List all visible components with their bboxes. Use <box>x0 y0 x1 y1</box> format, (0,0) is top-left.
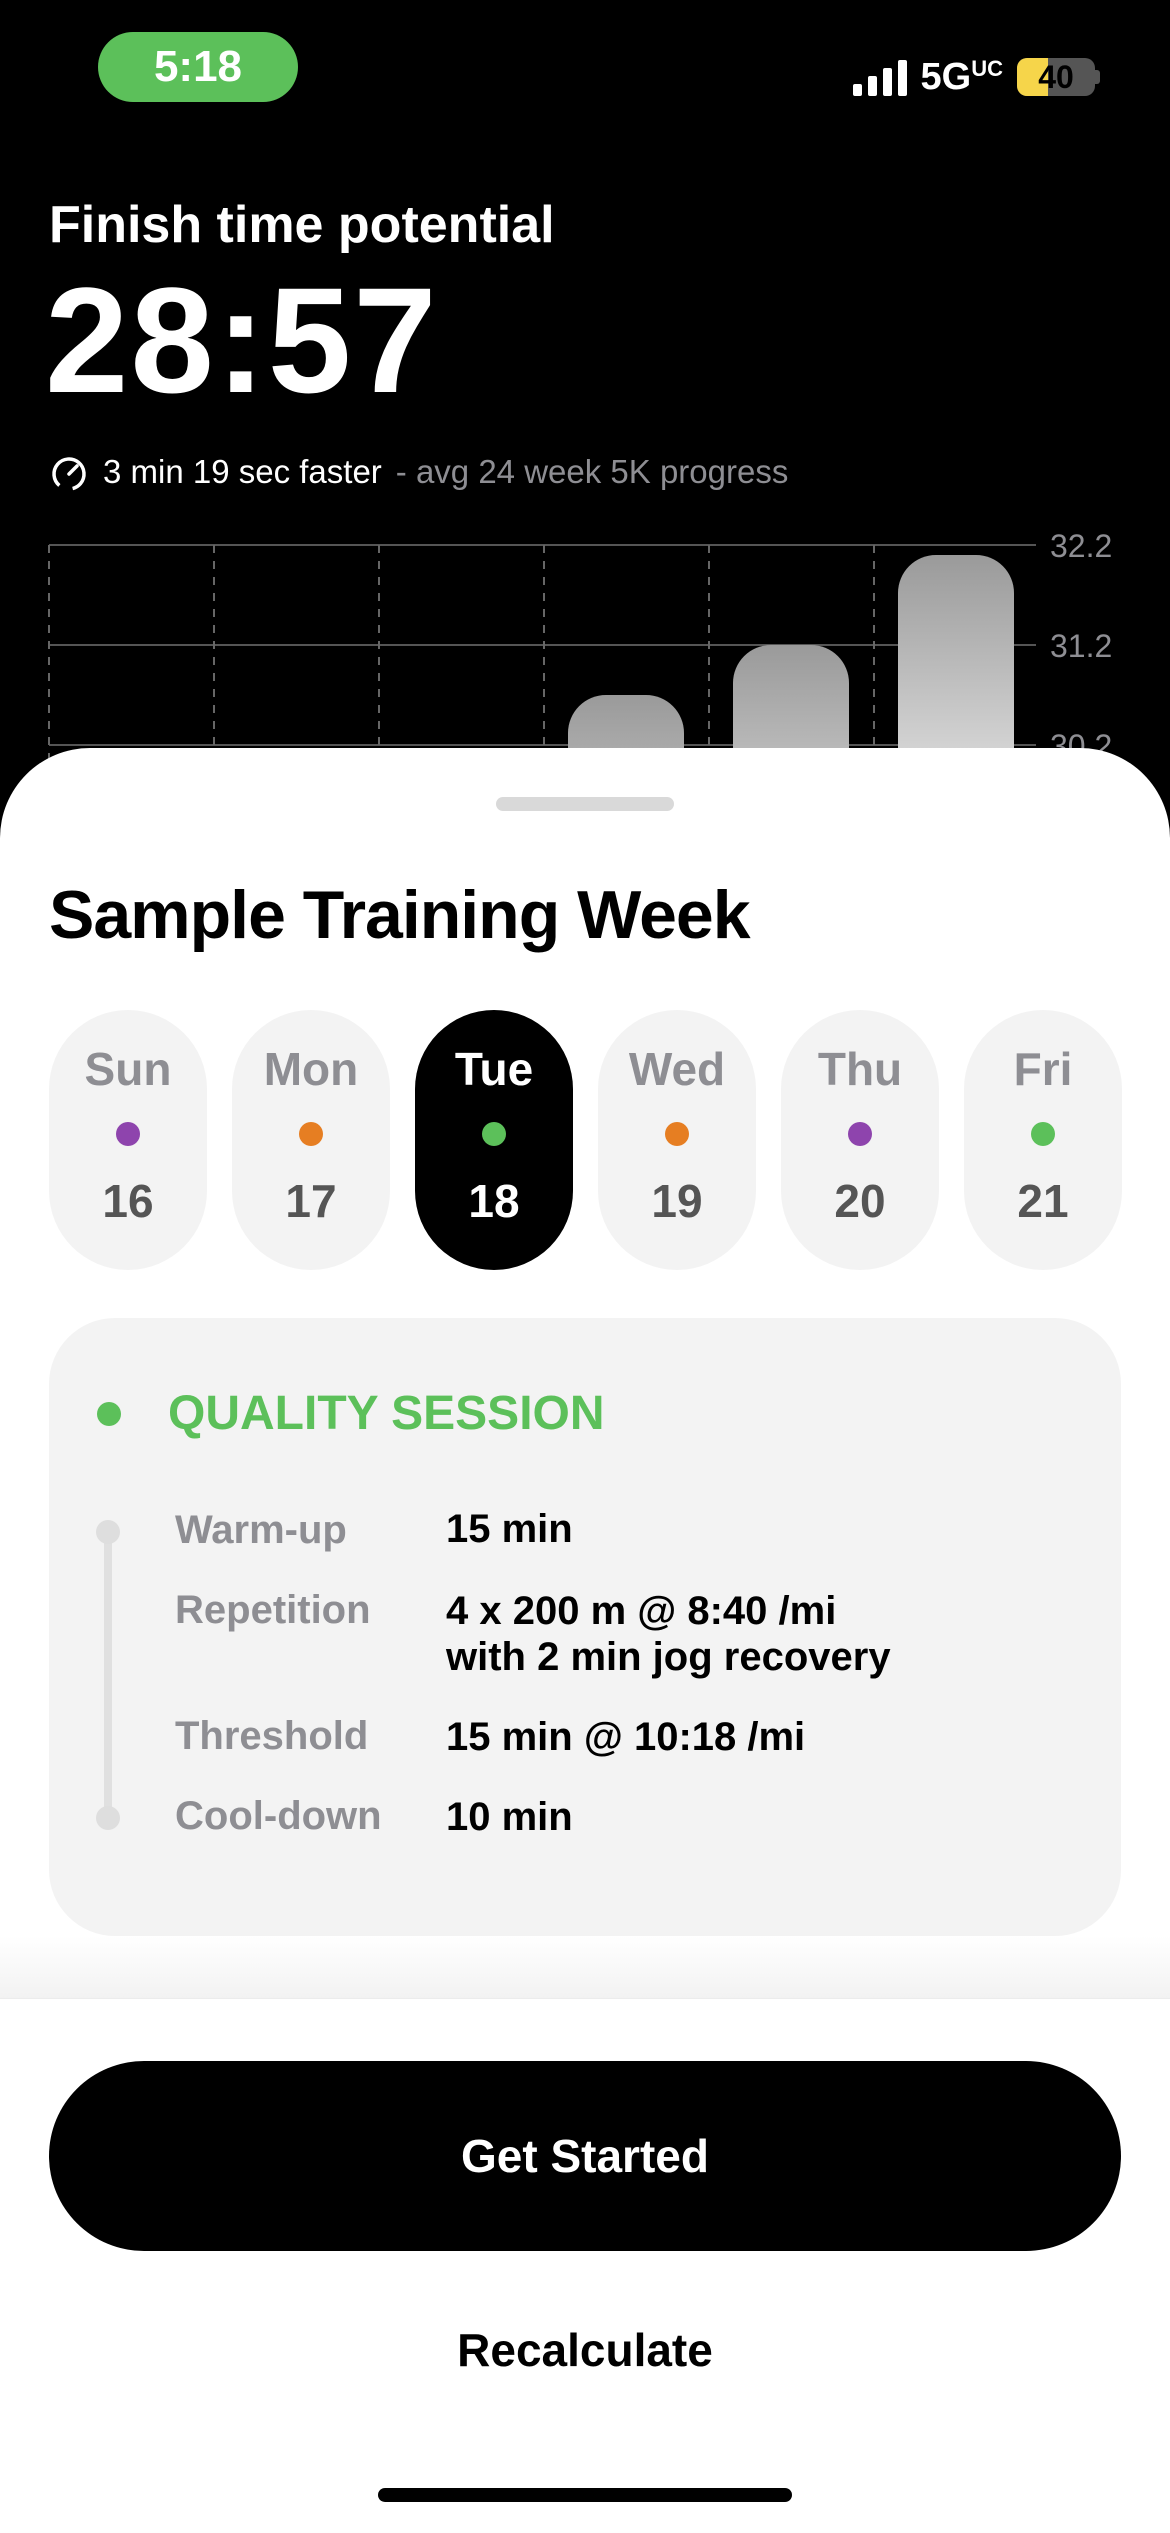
day-number: 17 <box>285 1175 337 1227</box>
network-sub: UC <box>971 55 1003 81</box>
chart-bar-6 <box>898 555 1014 760</box>
finish-time-label: Finish time potential <box>49 196 555 254</box>
timeline-end-dot <box>96 1806 120 1830</box>
sheet-drag-handle[interactable] <box>496 797 674 811</box>
day-name: Wed <box>628 1043 726 1095</box>
day-number: 16 <box>102 1175 154 1227</box>
network-indicator: 5GUC <box>921 56 1003 99</box>
day-mon[interactable]: Mon 17 <box>232 1010 390 1270</box>
recalculate-button[interactable]: Recalculate <box>385 2310 785 2390</box>
day-name: Thu <box>817 1043 903 1095</box>
day-number: 19 <box>651 1175 703 1227</box>
day-activity-dot <box>482 1122 506 1146</box>
sheet-title: Sample Training Week <box>49 877 751 953</box>
step-value: 10 min <box>446 1795 573 1839</box>
cellular-signal-icon <box>852 58 907 96</box>
step-value: 15 min @ 10:18 /mi <box>446 1715 806 1759</box>
finish-time-chart: 32.231.230.2 <box>48 528 1112 760</box>
step-label: Repetition <box>175 1588 371 1632</box>
day-activity-dot <box>299 1122 323 1146</box>
step-label: Cool-down <box>175 1794 382 1838</box>
progress-sub: - avg 24 week 5K progress <box>395 453 789 490</box>
day-name: Tue <box>454 1043 534 1095</box>
chart-y-tick: 32.2 <box>1050 528 1112 564</box>
session-timeline <box>104 1530 112 1820</box>
step-label: Threshold <box>175 1714 369 1758</box>
day-activity-dot <box>848 1122 872 1146</box>
step-label: Warm-up <box>175 1508 347 1552</box>
battery-level: 40 <box>1038 58 1074 95</box>
day-name: Fri <box>1013 1043 1073 1095</box>
get-started-button[interactable]: Get Started <box>49 2061 1121 2251</box>
progress-summary: 3 min 19 sec faster - avg 24 week 5K pro… <box>49 452 788 492</box>
day-activity-dot <box>116 1122 140 1146</box>
progress-main: 3 min 19 sec faster <box>103 453 382 490</box>
day-name: Mon <box>263 1043 359 1095</box>
day-tue[interactable]: Tue 18 <box>415 1010 573 1270</box>
battery-icon: 40 <box>1017 58 1100 96</box>
finish-time-value: 28:57 <box>45 256 439 424</box>
status-time: 5:18 <box>98 32 298 102</box>
step-value: 15 min <box>446 1507 573 1551</box>
timeline-start-dot <box>96 1520 120 1544</box>
scroll-fade <box>0 1936 1170 2000</box>
step-value-line2: with 2 min jog recovery <box>446 1635 891 1679</box>
speedometer-icon <box>52 457 86 491</box>
home-indicator <box>378 2488 792 2502</box>
day-sun[interactable]: Sun 16 <box>49 1010 207 1270</box>
day-number: 18 <box>468 1175 520 1227</box>
day-wed[interactable]: Wed 19 <box>598 1010 756 1270</box>
day-activity-dot <box>1031 1122 1055 1146</box>
session-status-dot <box>97 1402 121 1426</box>
chart-y-tick: 31.2 <box>1050 628 1112 664</box>
day-activity-dot <box>665 1122 689 1146</box>
day-number: 21 <box>1017 1175 1069 1227</box>
day-number: 20 <box>834 1175 886 1227</box>
chart-bar-5 <box>733 645 849 760</box>
status-icons: 5GUC 40 <box>852 52 1100 102</box>
day-selector: Sun 16 Mon 17 Tue 18 Wed 19 Thu 20 Fri 21 <box>49 1010 1122 1270</box>
network-type: 5G <box>920 55 972 98</box>
day-name: Sun <box>84 1043 172 1095</box>
step-value: 4 x 200 m @ 8:40 /mi <box>446 1589 837 1633</box>
day-fri[interactable]: Fri 21 <box>964 1010 1122 1270</box>
day-thu[interactable]: Thu 20 <box>781 1010 939 1270</box>
session-title: QUALITY SESSION <box>168 1387 605 1440</box>
